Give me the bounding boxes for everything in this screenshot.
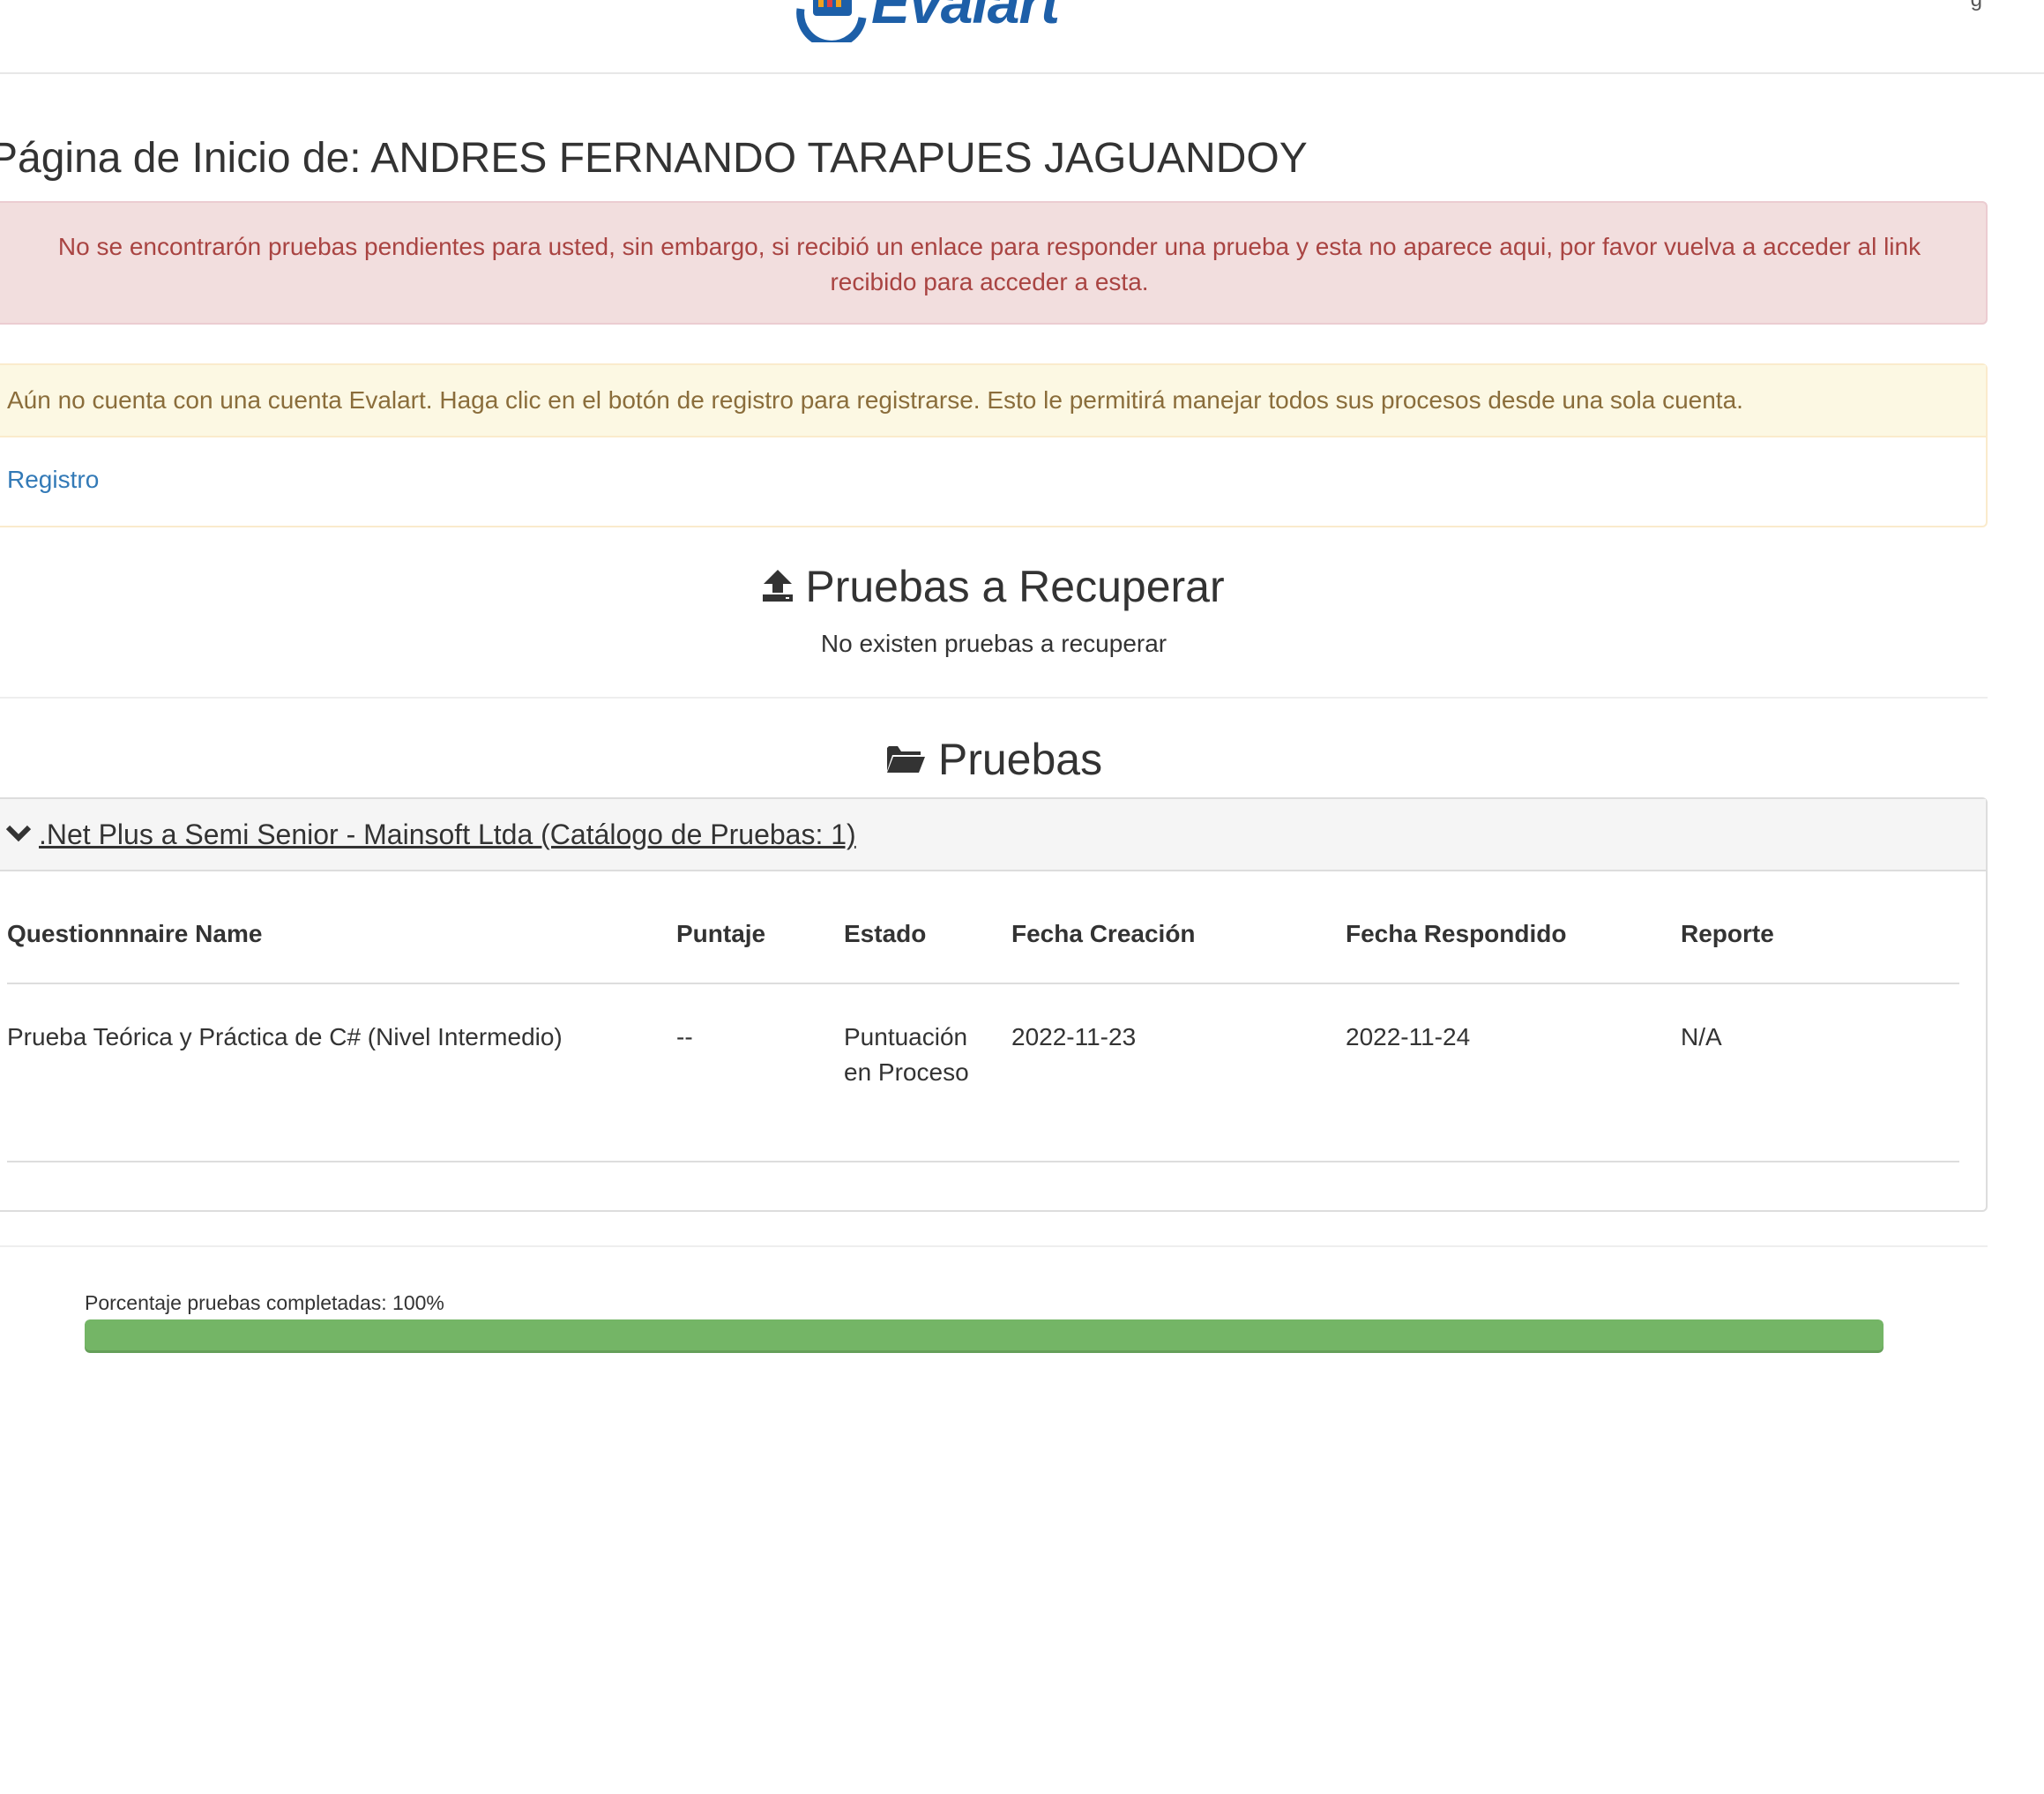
test-group-panel: .Net Plus a Semi Senior - Mainsoft Ltda … bbox=[0, 797, 1988, 1212]
tests-title-text: Pruebas bbox=[937, 735, 1103, 784]
divider bbox=[0, 1245, 1988, 1247]
cell-created: 2022-11-23 bbox=[1011, 983, 1346, 1162]
register-panel-heading: Aún no cuenta con una cuenta Evalart. Ha… bbox=[0, 365, 1986, 437]
column-header-score: Puntaje bbox=[676, 886, 844, 984]
logo-mark-icon bbox=[796, 0, 867, 42]
cell-report: N/A bbox=[1681, 983, 1959, 1162]
alert-danger-text: No se encontrarón pruebas pendientes par… bbox=[57, 233, 1921, 295]
evalart-logo[interactable]: Evalart bbox=[792, 0, 1102, 42]
tests-section-title: Pruebas bbox=[0, 729, 1988, 794]
logo-text: Evalart bbox=[871, 0, 1060, 35]
top-navbar: Evalart g bbox=[0, 0, 2044, 74]
no-pending-tests-alert: No se encontrarón pruebas pendientes par… bbox=[0, 201, 1988, 325]
register-link[interactable]: Registro bbox=[7, 466, 99, 493]
progress-label: Porcentaje pruebas completadas: 100% bbox=[85, 1291, 444, 1314]
divider bbox=[0, 697, 1988, 699]
cell-answered: 2022-11-24 bbox=[1346, 983, 1681, 1162]
register-panel: Aún no cuenta con una cuenta Evalart. Ha… bbox=[0, 363, 1988, 527]
cell-score: -- bbox=[676, 983, 844, 1162]
recover-empty-text: No existen pruebas a recuperar bbox=[820, 630, 1167, 657]
table-header-row: Questionnnaire Name Puntaje Estado Fecha… bbox=[7, 886, 1959, 984]
cell-name: Prueba Teórica y Práctica de C# (Nivel I… bbox=[7, 983, 676, 1162]
table-row: Prueba Teórica y Práctica de C# (Nivel I… bbox=[7, 983, 1959, 1162]
navbar-corner-text[interactable]: g bbox=[1971, 0, 1982, 12]
test-group-link[interactable]: .Net Plus a Semi Senior - Mainsoft Ltda … bbox=[39, 819, 856, 850]
column-header-name: Questionnnaire Name bbox=[7, 886, 676, 984]
register-panel-body: Registro bbox=[0, 437, 1986, 522]
column-header-report: Reporte bbox=[1681, 886, 1959, 984]
recover-section-title: Pruebas a Recuperar bbox=[0, 556, 1988, 621]
recover-title-text: Pruebas a Recuperar bbox=[805, 562, 1225, 611]
cell-status: Puntuación en Proceso bbox=[844, 983, 1011, 1162]
status-text: Puntuación en Proceso bbox=[844, 1023, 969, 1086]
page-title: Página de Inicio de: ANDRES FERNANDO TAR… bbox=[0, 135, 1308, 182]
chevron-down-icon[interactable] bbox=[5, 798, 32, 869]
test-group-heading[interactable]: .Net Plus a Semi Senior - Mainsoft Ltda … bbox=[0, 799, 1986, 871]
upload-icon bbox=[763, 556, 794, 617]
progress-bar-fill bbox=[85, 1319, 1884, 1353]
completion-progress-bar bbox=[85, 1319, 1884, 1353]
column-header-created: Fecha Creación bbox=[1011, 886, 1346, 984]
column-header-status: Estado bbox=[844, 886, 1011, 984]
column-header-answered: Fecha Respondido bbox=[1346, 886, 1681, 984]
folder-open-icon bbox=[885, 729, 926, 790]
tests-table: Questionnnaire Name Puntaje Estado Fecha… bbox=[7, 886, 1959, 1162]
